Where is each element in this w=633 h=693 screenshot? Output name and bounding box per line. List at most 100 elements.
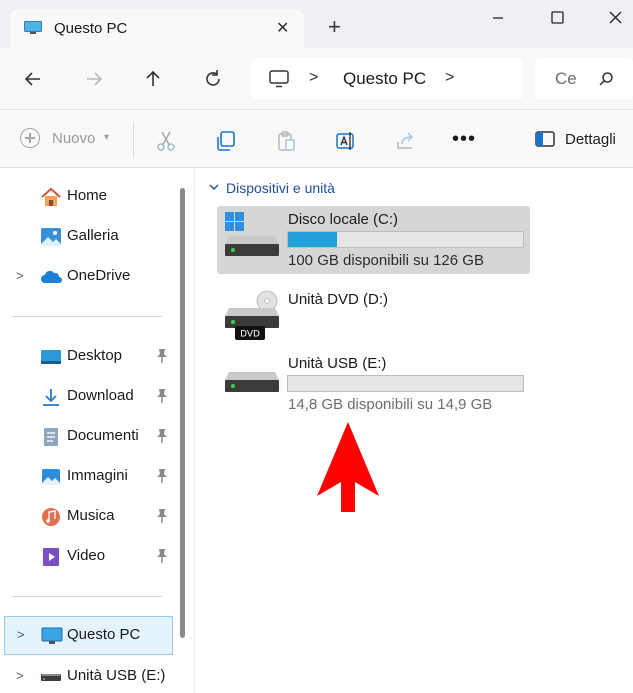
home-icon	[41, 187, 61, 206]
drive-item-e[interactable]: Unità USB (E:) 14,8 GB disponibili su 14…	[217, 350, 530, 418]
sidebar-item-label: Download	[67, 387, 134, 404]
dvd-label: DVD	[240, 330, 260, 340]
storage-bar	[287, 231, 524, 248]
sidebar-item-download[interactable]: Download	[0, 378, 180, 414]
more-options-button[interactable]: •••	[452, 128, 475, 150]
sidebar-item-home[interactable]: Home	[0, 178, 180, 214]
address-bar[interactable]: > Questo PC >	[251, 59, 523, 99]
back-arrow-icon[interactable]	[22, 68, 44, 90]
computer-icon	[24, 21, 42, 34]
breadcrumb-questo-pc[interactable]: Questo PC	[343, 69, 426, 89]
red-arrow-annotation	[317, 422, 379, 512]
rename-icon[interactable]	[335, 130, 357, 152]
sidebar-divider	[12, 596, 162, 597]
chevron-right-icon[interactable]: >	[445, 69, 454, 87]
forward-arrow-icon[interactable]	[83, 68, 105, 90]
chevron-down-icon: ▾	[104, 132, 110, 143]
add-icon	[20, 128, 40, 148]
minimize-icon[interactable]	[483, 8, 513, 28]
close-icon[interactable]	[601, 8, 631, 28]
pin-icon[interactable]	[155, 468, 169, 484]
sidebar-item-label: OneDrive	[67, 267, 131, 284]
sidebar-item-galleria[interactable]: Galleria	[0, 218, 180, 254]
sidebar-item-label: Galleria	[67, 227, 119, 244]
gallery-icon	[41, 228, 61, 246]
sidebar-item-label: Musica	[67, 507, 115, 524]
search-input[interactable]: Ce	[555, 69, 577, 89]
cloud-icon	[41, 270, 62, 283]
windows-drive-icon	[225, 212, 279, 256]
content-area: Dispositivi e unità Disco locale (C:) 10…	[195, 168, 633, 693]
sidebar-item-label: Documenti	[67, 427, 139, 444]
tab-close-icon[interactable]: ✕	[276, 18, 289, 38]
sidebar-item-label: Desktop	[67, 347, 123, 364]
details-pane-icon	[535, 131, 555, 147]
maximize-icon[interactable]	[543, 8, 573, 28]
paste-icon[interactable]	[275, 130, 297, 152]
sidebar-divider	[12, 316, 162, 317]
copy-icon[interactable]	[215, 130, 237, 152]
sidebar-item-desktop[interactable]: Desktop	[0, 338, 180, 374]
storage-bar-fill	[288, 232, 338, 247]
drive-item-d[interactable]: DVD Unità DVD (D:)	[217, 286, 530, 354]
command-bar: Nuovo ▾ ••• Dettagli	[0, 110, 633, 168]
pin-icon[interactable]	[155, 388, 169, 404]
sidebar-item-musica[interactable]: Musica	[0, 498, 180, 534]
chevron-right-icon[interactable]: >	[16, 268, 24, 283]
storage-bar	[287, 375, 524, 392]
drive-item-c[interactable]: Disco locale (C:) 100 GB disponibili su …	[217, 206, 530, 274]
sidebar-item-video[interactable]: Video	[0, 538, 180, 574]
group-header[interactable]: Dispositivi e unità	[226, 180, 335, 196]
drive-name: Disco locale (C:)	[288, 211, 399, 228]
drive-name: Unità USB (E:)	[288, 355, 387, 372]
sidebar-item-label: Immagini	[67, 467, 128, 484]
search-box[interactable]: Ce	[535, 59, 633, 99]
computer-icon	[269, 70, 289, 88]
plus-icon[interactable]: +	[328, 16, 341, 38]
chevron-right-icon[interactable]: >	[17, 627, 25, 642]
video-icon	[43, 548, 59, 566]
drive-free-space: 14,8 GB disponibili su 14,9 GB	[288, 396, 493, 413]
search-icon	[599, 72, 613, 86]
music-icon	[42, 508, 60, 526]
sidebar-item-immagini[interactable]: Immagini	[0, 458, 180, 494]
pin-icon[interactable]	[155, 548, 169, 564]
cut-icon[interactable]	[155, 130, 177, 152]
chevron-right-icon[interactable]: >	[309, 69, 318, 87]
dvd-drive-icon: DVD	[225, 290, 279, 340]
computer-icon	[41, 627, 63, 644]
drive-name: Unità DVD (D:)	[288, 291, 389, 308]
sidebar-item-onedrive[interactable]: > OneDrive	[0, 258, 180, 294]
navigation-pane: Home Galleria > OneDrive Desktop Downloa…	[0, 168, 194, 693]
pin-icon[interactable]	[155, 428, 169, 444]
chevron-down-icon[interactable]	[209, 182, 219, 192]
sidebar-item-documenti[interactable]: Documenti	[0, 418, 180, 454]
title-bar: Questo PC ✕ +	[0, 0, 633, 49]
desktop-icon	[41, 350, 61, 364]
sidebar-scrollbar[interactable]	[180, 188, 185, 638]
drive-free-space: 100 GB disponibili su 126 GB	[288, 252, 484, 269]
sidebar-item-label: Home	[67, 187, 108, 204]
chevron-right-icon[interactable]: >	[16, 668, 24, 683]
new-button-label: Nuovo	[52, 130, 96, 147]
navigation-bar: > Questo PC > Ce	[0, 48, 633, 110]
sidebar-item-questo-pc[interactable]: > Questo PC	[4, 616, 173, 655]
usb-drive-icon	[41, 674, 61, 681]
divider	[133, 122, 134, 158]
sidebar-item-label: Unità USB (E:)	[67, 667, 166, 684]
tab-title: Questo PC	[54, 20, 128, 37]
sidebar-item-label: Video	[67, 547, 106, 564]
sidebar-item-usb-drive[interactable]: > Unità USB (E:)	[0, 658, 180, 693]
pictures-icon	[42, 469, 60, 485]
pin-icon[interactable]	[155, 508, 169, 524]
pin-icon[interactable]	[155, 348, 169, 364]
tab-questo-pc[interactable]: Questo PC ✕	[10, 9, 304, 49]
usb-drive-icon	[225, 372, 279, 392]
details-button-label: Dettagli	[565, 131, 616, 148]
download-icon	[43, 389, 59, 406]
share-icon[interactable]	[395, 130, 417, 152]
sidebar-item-label: Questo PC	[67, 626, 141, 643]
up-arrow-icon[interactable]	[142, 68, 164, 90]
document-icon	[44, 428, 58, 446]
refresh-icon[interactable]	[202, 68, 224, 90]
